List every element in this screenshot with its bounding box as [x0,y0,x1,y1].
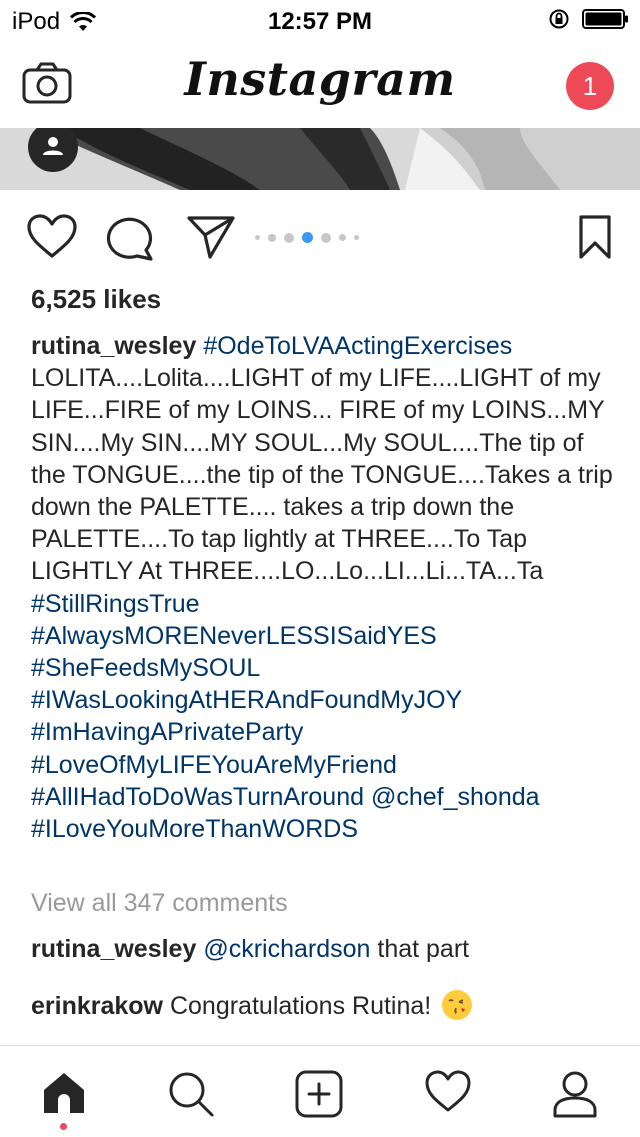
carousel-dot [321,232,331,243]
post-caption: rutina_wesley #OdeToLVAActingExercises L… [31,330,616,845]
app-header: Instagram 1 [0,40,640,128]
instagram-logo: Instagram [184,52,456,106]
hashtag[interactable]: #ImHavingAPrivateParty [31,716,616,748]
post-actions [0,200,640,272]
notification-badge[interactable]: 1 [566,62,614,110]
carousel-indicator [255,232,359,243]
status-time: 12:57 PM [267,8,373,35]
home-activity-dot [60,1123,67,1130]
profile-icon[interactable] [551,1070,599,1118]
caption-username[interactable]: rutina_wesley [31,332,196,360]
share-icon[interactable] [186,214,236,260]
hashtag[interactable]: #AlwaysMORENeverLESSISaidYES [31,620,616,652]
view-all-comments-link[interactable]: View all 347 comments [31,889,288,918]
carousel-dot [255,235,260,240]
status-bar: iPod 12:57 PM [0,0,640,40]
comment-username[interactable]: erinkrakow [31,992,163,1020]
post-image-graphic [0,128,640,190]
comment-icon[interactable] [106,214,156,262]
hashtag[interactable]: #SheFeedsMySOUL [31,652,616,684]
kiss-emoji-icon [442,990,473,1020]
home-icon[interactable] [40,1070,88,1116]
search-icon[interactable] [167,1070,215,1118]
hashtag[interactable]: #StillRingsTrue [31,588,616,620]
bottom-tab-bar [0,1045,640,1137]
carousel-dot [339,234,346,241]
carousel-dot [268,233,276,242]
hashtag[interactable]: #ILoveYouMoreThanWORDS [31,813,616,845]
rotation-lock-icon [549,9,569,29]
hashtag[interactable]: #AllIHadToDoWasTurnAround [31,783,364,811]
hashtag[interactable]: #LoveOfMyLIFEYouAreMyFriend [31,749,616,781]
bookmark-icon[interactable] [578,214,612,260]
comment-item: erinkrakow Congratulations Rutina! [31,990,473,1021]
comment-text: Congratulations Rutina! [169,992,432,1020]
comment-text: that part [377,935,470,963]
carousel-dot-active [302,232,313,243]
hashtag[interactable]: #OdeToLVAActingExercises [203,332,512,360]
status-right [548,8,630,30]
carousel-dot [284,232,294,243]
battery-icon [582,9,628,29]
add-icon[interactable] [295,1070,343,1118]
hashtag[interactable]: #IWasLookingAtHERAndFoundMyJOY [31,684,616,716]
post-image[interactable] [0,128,640,190]
comment-username[interactable]: rutina_wesley [31,935,196,963]
caption-line: #AllIHadToDoWasTurnAround @chef_shonda [31,781,616,813]
caption-text: LOLITA....Lolita....LIGHT of my LIFE....… [31,364,613,586]
mention-link[interactable]: @ckrichardson [203,935,370,963]
heart-icon[interactable] [26,214,78,260]
carousel-dot [354,235,359,240]
likes-count[interactable]: 6,525 likes [31,284,161,315]
activity-icon[interactable] [424,1070,472,1114]
comment-item: rutina_wesley @ckrichardson that part [31,935,469,964]
user-tag-icon[interactable] [28,128,78,172]
mention-link[interactable]: @chef_shonda [371,783,540,811]
